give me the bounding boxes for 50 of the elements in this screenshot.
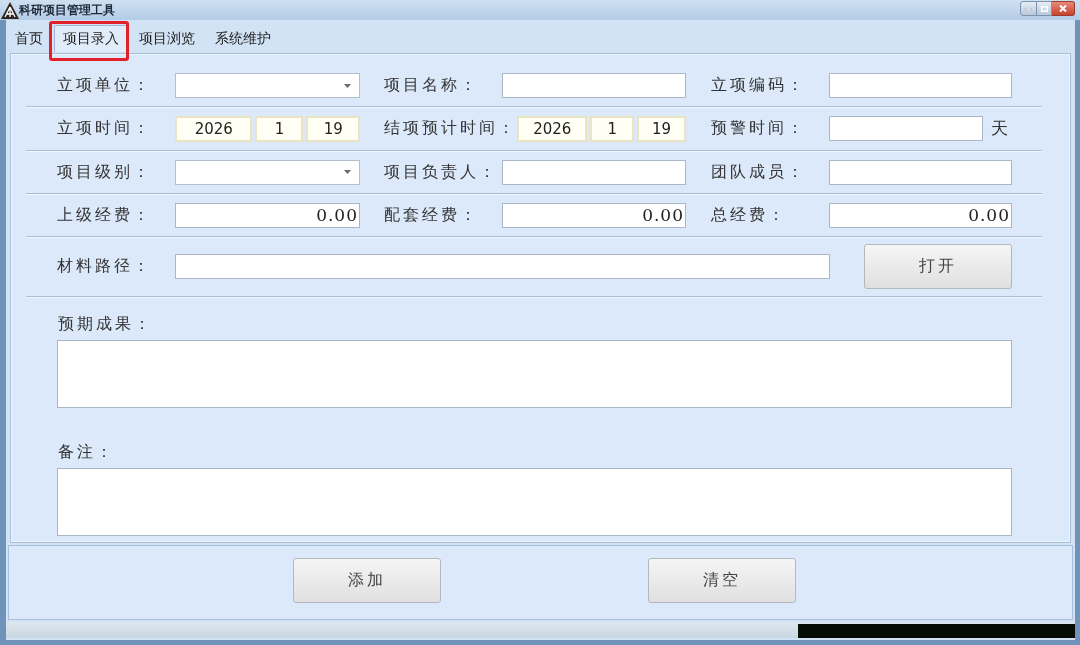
menu-tab[interactable]: 首页 [6,25,52,52]
unit-label: 天 [991,117,1008,140]
text-field[interactable] [829,159,1012,185]
field-label: 备注： [57,442,115,462]
field-label: 上级经费： [57,204,153,226]
add-button[interactable]: 添加 [293,558,441,603]
path-field[interactable] [175,254,830,279]
combo-box[interactable] [175,73,360,98]
text-field[interactable] [829,116,983,141]
field-label: 项目级别： [57,161,153,183]
amount-field[interactable]: 0.00 [829,202,1012,228]
field-label: 总经费： [711,204,788,226]
field-label: 项目负责人： [384,161,499,183]
month-field[interactable]: 1 [255,115,304,142]
clear-button[interactable]: 清空 [648,558,796,603]
text-field[interactable] [502,73,686,98]
close-button[interactable] [1052,1,1075,16]
day-field[interactable]: 19 [306,115,360,142]
text-area[interactable] [57,468,1012,536]
amount-field[interactable]: 0.00 [175,202,360,228]
text-area[interactable] [57,340,1012,408]
field-label: 预警时间： [711,118,807,139]
field-label: 结项预计时间： [384,118,517,139]
day-field[interactable]: 19 [637,115,686,142]
maximize-button[interactable] [1037,1,1052,16]
year-field[interactable]: 2026 [175,115,253,142]
text-field[interactable] [502,159,686,185]
menu-tab[interactable]: 系统维护 [206,25,280,52]
app-logo-icon [1,1,19,19]
field-label: 立项时间： [57,118,153,139]
open-button[interactable]: 打开 [864,244,1012,289]
field-label: 项目名称： [384,75,480,96]
maximize-icon [1040,5,1048,12]
amount-field[interactable]: 0.00 [502,202,686,228]
combo-box[interactable] [175,159,360,185]
caret-icon [344,83,351,88]
year-field[interactable]: 2026 [517,115,588,142]
field-label: 团队成员： [711,161,807,183]
field-label: 配套经费： [384,204,480,226]
minimize-button[interactable] [1020,1,1037,16]
month-field[interactable]: 1 [590,115,635,142]
close-icon [1059,5,1067,12]
text-field[interactable] [829,73,1012,98]
caret-icon [344,170,351,174]
window-title: 科研项目管理工具 [19,1,115,19]
field-label: 立项编码： [711,75,807,96]
field-label: 预期成果： [57,314,153,334]
field-label: 立项单位： [57,75,153,96]
menu-tab[interactable]: 项目浏览 [130,25,204,52]
field-label: 材料路径： [57,256,153,277]
